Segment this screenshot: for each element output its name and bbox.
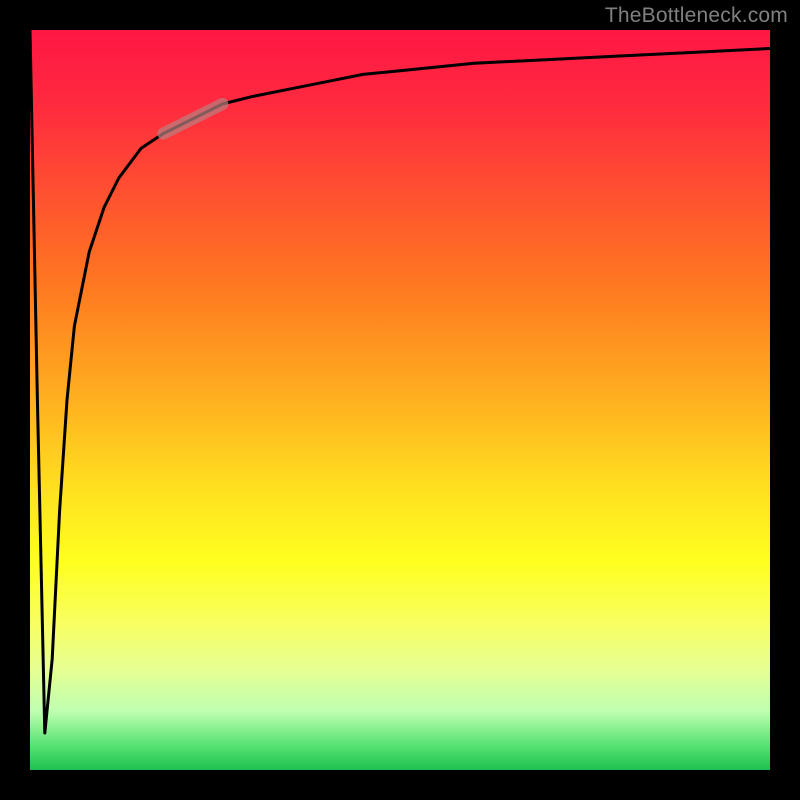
highlight-segment (163, 104, 222, 134)
chart-frame: TheBottleneck.com (0, 0, 800, 800)
plot-area (30, 30, 770, 770)
curve-svg (30, 30, 770, 770)
bottleneck-curve-path (30, 30, 770, 733)
watermark-text: TheBottleneck.com (605, 4, 788, 28)
